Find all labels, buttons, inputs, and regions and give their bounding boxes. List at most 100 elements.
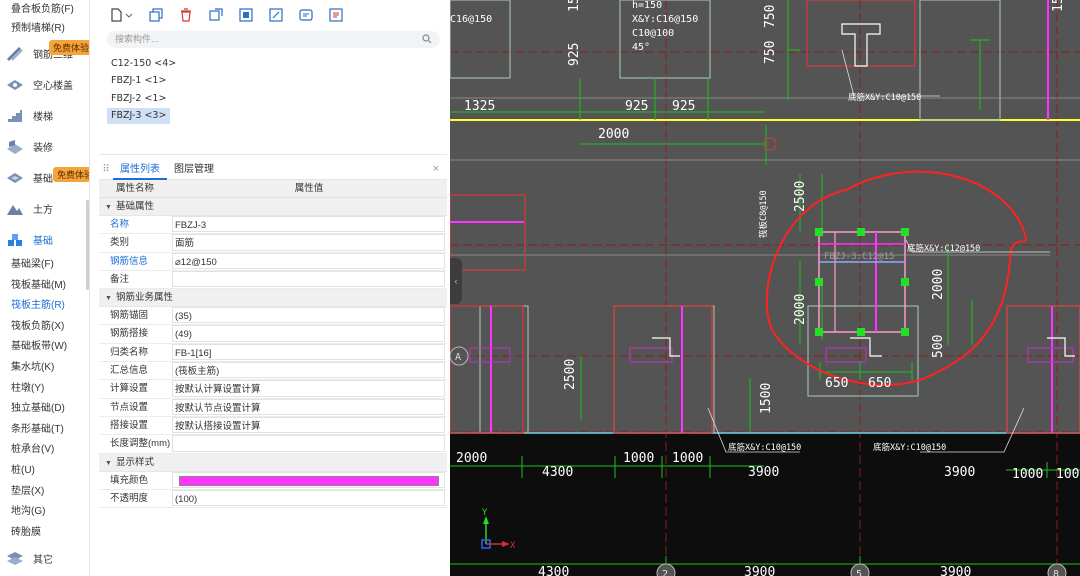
nav-group-decoration[interactable]: 装修 [0,131,89,162]
component-item[interactable]: C12-150 <4> [107,56,180,72]
beam-outline [450,305,524,434]
section-header[interactable]: ▼ 钢筋业务属性 [99,289,447,308]
chevron-left-icon[interactable]: ‹ [455,276,458,286]
property-value[interactable]: (49) [172,325,445,342]
property-icon[interactable] [327,6,345,24]
color-swatch[interactable] [179,476,439,487]
section-title: 钢筋业务属性 [115,292,173,304]
component-item-selected[interactable]: FBZJ-3 <3> [107,108,171,124]
nav-sub-item[interactable]: 筏板基础(M) [0,276,89,297]
floor-import-icon[interactable] [237,6,255,24]
component-search-input[interactable]: 搜索构件... [107,31,440,48]
nav-group-rebar-3d[interactable]: 钢筋三维 免费体验 [0,38,89,69]
nav-sub-item[interactable]: 柱墩(Y) [0,379,89,400]
new-icon[interactable] [107,6,125,24]
nav-sub-item[interactable]: 砖胎膜 [0,523,89,544]
property-value[interactable]: (35) [172,307,445,324]
grip-handle[interactable] [901,228,909,236]
t-column-symbol [841,23,881,67]
nav-group-stair[interactable]: 楼梯 [0,100,89,131]
property-value-category[interactable]: 面筋 [172,234,445,251]
property-value[interactable]: FB-1[16] [172,343,445,361]
property-value-fill-color[interactable] [172,471,445,488]
nav-group-earthwork[interactable]: 土方 [0,193,89,224]
collapse-icon[interactable]: ▼ [105,460,112,467]
section-header[interactable]: ▼ 显示样式 [99,453,447,472]
property-value-rebar-info[interactable]: ⌀12@150 [172,252,445,269]
property-key: 钢筋搭接 [110,328,149,340]
nav-sub-item[interactable]: 桩(U) [0,461,89,482]
grip-handle[interactable] [901,328,909,336]
nav-group-foundation[interactable]: 基础 [0,224,89,255]
collapse-icon[interactable]: ▼ [105,295,112,302]
property-key: 填充颜色 [110,474,149,486]
pad-outline [613,305,715,434]
layer-copy-icon[interactable] [267,6,285,24]
selected-raft-rebar-fbzj3[interactable] [815,228,909,336]
axis-label-5: 5 [856,569,862,576]
copy-icon[interactable] [147,6,165,24]
nav-sub-item[interactable]: 集水坑(K) [0,358,89,379]
property-table-header: 属性名称 属性值 [99,180,447,198]
nav-group-hollow-slab[interactable]: 空心楼盖 [0,69,89,100]
drawing-lower-region [450,433,1080,576]
dropdown-icon[interactable] [124,6,134,24]
grip-handle[interactable] [901,278,909,286]
text-rebar-top4: 45° [632,42,650,53]
magenta-rebars [450,0,1053,433]
grip-handle[interactable] [815,278,823,286]
dim-text: 1000 [1056,467,1080,482]
nav-sub-item-selected[interactable]: 筏板主筋(R) [0,296,89,317]
tab-layer-management[interactable]: 图层管理 [167,160,221,180]
grip-handle[interactable] [857,228,865,236]
cad-drawing[interactable]: C16@150 h=150 X&Y:C16@150 C10@100 45° 底筋… [450,0,1080,576]
panel-collapse-toggle[interactable]: ‹ [450,258,462,304]
nav-item-precast-wall[interactable]: 预制墙梯(R) [0,19,89,38]
copy-to-floor-icon[interactable] [207,6,225,24]
grip-handle[interactable] [857,328,865,336]
dim-text: 3900 [940,565,971,576]
nav-sub-item[interactable]: 基础梁(F) [0,255,89,276]
nav-group-other[interactable]: 其它 [0,543,88,574]
grip-handle[interactable] [815,228,823,236]
nav-sub-item[interactable]: 地沟(G) [0,502,89,523]
property-value[interactable] [172,435,445,452]
property-value-name[interactable]: FBZJ-3 [172,216,445,233]
nav-sub-item[interactable]: 独立基础(D) [0,399,89,420]
text-rebar-top2: X&Y:C16@150 [632,14,698,25]
nav-scrollbar[interactable] [86,200,89,290]
nav-sub-item[interactable]: 垫层(X) [0,482,89,503]
grip-handle[interactable] [815,328,823,336]
section-title: 基础属性 [115,201,154,212]
define-icon[interactable] [297,6,315,24]
property-value[interactable]: (筏板主筋) [172,362,445,379]
component-item[interactable]: FBZJ-2 <1> [107,91,170,107]
earthwork-icon [5,200,25,218]
nav-group-foundation-pit[interactable]: 基础 免费体验 [0,162,89,193]
close-icon[interactable]: × [433,163,439,175]
property-value[interactable]: 按默认计算设置计算 [172,380,445,397]
beam-outline [806,0,916,67]
property-value-opacity[interactable]: (100) [172,489,445,507]
dim-text: 1000 [672,451,703,466]
property-value-remark[interactable] [172,270,445,288]
nav-sub-item[interactable]: 桩承台(V) [0,440,89,461]
dim-text: 925 [625,99,648,114]
property-value[interactable]: 按默认节点设置计算 [172,398,445,415]
drag-handle-icon[interactable]: ⠿ [99,164,113,175]
property-value[interactable]: 按默认搭接设置计算 [172,416,445,434]
cad-canvas[interactable]: C16@150 h=150 X&Y:C16@150 C10@100 45° 底筋… [450,0,1080,576]
dim-text: 3900 [748,465,779,480]
collapse-icon[interactable]: ▼ [105,204,112,211]
nav-sub-item[interactable]: 筏板负筋(X) [0,317,89,338]
pad-outline [479,305,529,434]
tab-property-list[interactable]: 属性列表 [113,160,167,180]
search-icon[interactable] [422,34,432,47]
component-item[interactable]: FBZJ-1 <1> [107,73,170,89]
delete-icon[interactable] [177,6,195,24]
nav-sub-item[interactable]: 条形基础(T) [0,420,89,441]
section-header[interactable]: ▼ 基础属性 [99,198,447,216]
nav-sub-item[interactable]: 基础板带(W) [0,337,89,358]
nav-item-laminated-slab-neg[interactable]: 叠合板负筋(F) [0,0,89,19]
property-row: 节点设置 按默认节点设置计算 [99,398,447,417]
